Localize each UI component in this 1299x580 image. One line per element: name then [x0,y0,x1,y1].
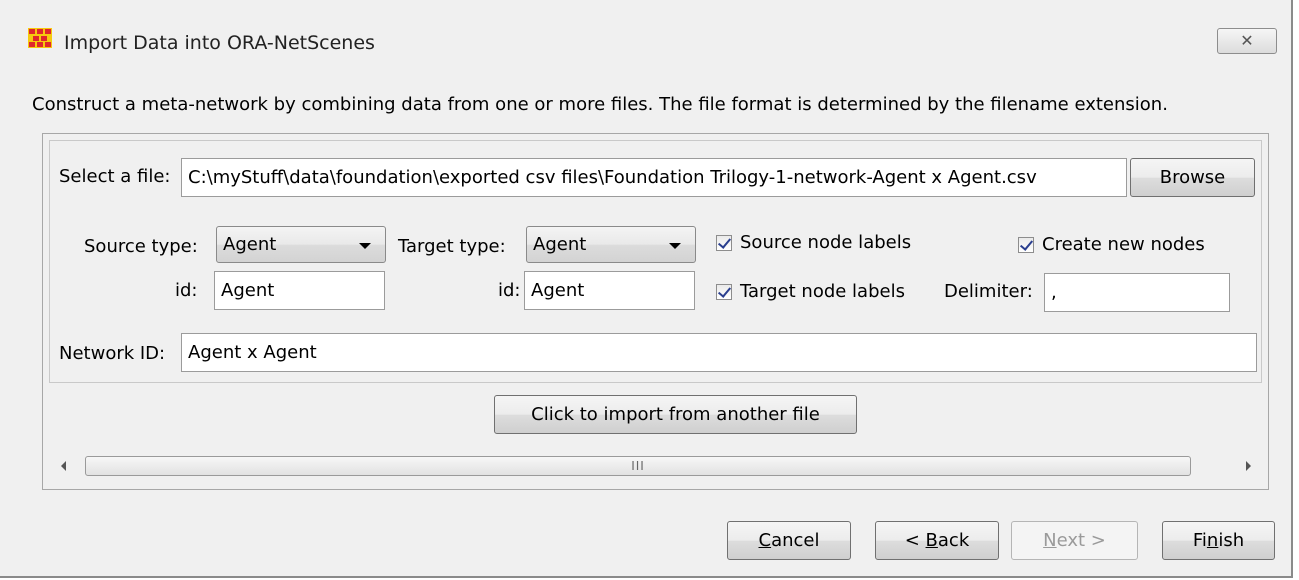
source-type-dropdown[interactable]: Agent [216,226,386,263]
instructions-text: Construct a meta-network by combining da… [32,94,1168,115]
delimiter-field[interactable]: , [1044,273,1230,312]
source-type-label: Source type: [84,236,198,257]
source-id-label: id: [175,280,198,301]
file-path-field[interactable]: C:\myStuff\data\foundation\exported csv … [181,158,1127,197]
finish-prefix: Fi [1192,530,1207,551]
back-label: ack [937,530,970,551]
target-type-value: Agent [533,234,587,255]
checkbox-checked-icon [1018,236,1034,253]
cancel-button[interactable]: Cancel [727,521,851,560]
target-id-label: id: [498,280,521,301]
title-bar: Import Data into ORA-NetScenes ✕ [0,0,1291,62]
file-config-panel: Select a file: C:\myStuff\data\foundatio… [49,140,1262,383]
create-new-nodes-checkbox[interactable]: Create new nodes [1018,234,1205,255]
close-icon[interactable]: ✕ [1217,28,1277,54]
next-label: ext > [1056,530,1106,551]
window-title: Import Data into ORA-NetScenes [64,32,375,54]
delimiter-label: Delimiter: [944,281,1033,302]
cancel-mnemonic: C [758,530,772,551]
horizontal-scrollbar[interactable]: III [49,452,1262,480]
target-id-field[interactable]: Agent [524,271,695,310]
scroll-right-icon[interactable] [1234,452,1262,480]
scrollbar-thumb[interactable]: III [85,456,1191,476]
source-node-labels-label: Source node labels [740,232,912,253]
target-node-labels-label: Target node labels [740,281,905,302]
back-button[interactable]: < Back [875,521,999,560]
chevron-down-icon [669,242,681,249]
next-button[interactable]: Next > [1011,521,1138,560]
finish-mnemonic: n [1206,530,1219,551]
checkbox-checked-icon [716,234,732,251]
import-another-file-button[interactable]: Click to import from another file [494,395,857,434]
finish-label: ish [1218,530,1245,551]
network-id-field[interactable]: Agent x Agent [181,333,1257,372]
cancel-label: ancel [771,530,820,551]
ora-app-icon [28,28,52,48]
target-type-label: Target type: [398,236,506,257]
import-dialog: Import Data into ORA-NetScenes ✕ Constru… [0,0,1293,578]
network-id-label: Network ID: [59,343,166,364]
next-mnemonic: N [1043,530,1057,551]
finish-button[interactable]: Fi n ish [1162,521,1275,560]
source-type-value: Agent [223,234,277,255]
checkbox-checked-icon [716,283,732,300]
browse-button[interactable]: Browse [1130,158,1255,197]
select-file-label: Select a file: [59,166,171,187]
import-panel: Select a file: C:\myStuff\data\foundatio… [42,133,1269,490]
back-mnemonic: B [925,530,938,551]
chevron-down-icon [359,242,371,249]
scroll-grip-icon: III [631,459,645,473]
create-new-nodes-label: Create new nodes [1042,234,1205,255]
source-node-labels-checkbox[interactable]: Source node labels [716,232,911,253]
target-node-labels-checkbox[interactable]: Target node labels [716,281,905,302]
target-type-dropdown[interactable]: Agent [526,226,696,263]
scroll-left-icon[interactable] [49,452,77,480]
back-prefix: < [904,530,926,551]
source-id-field[interactable]: Agent [214,271,385,310]
